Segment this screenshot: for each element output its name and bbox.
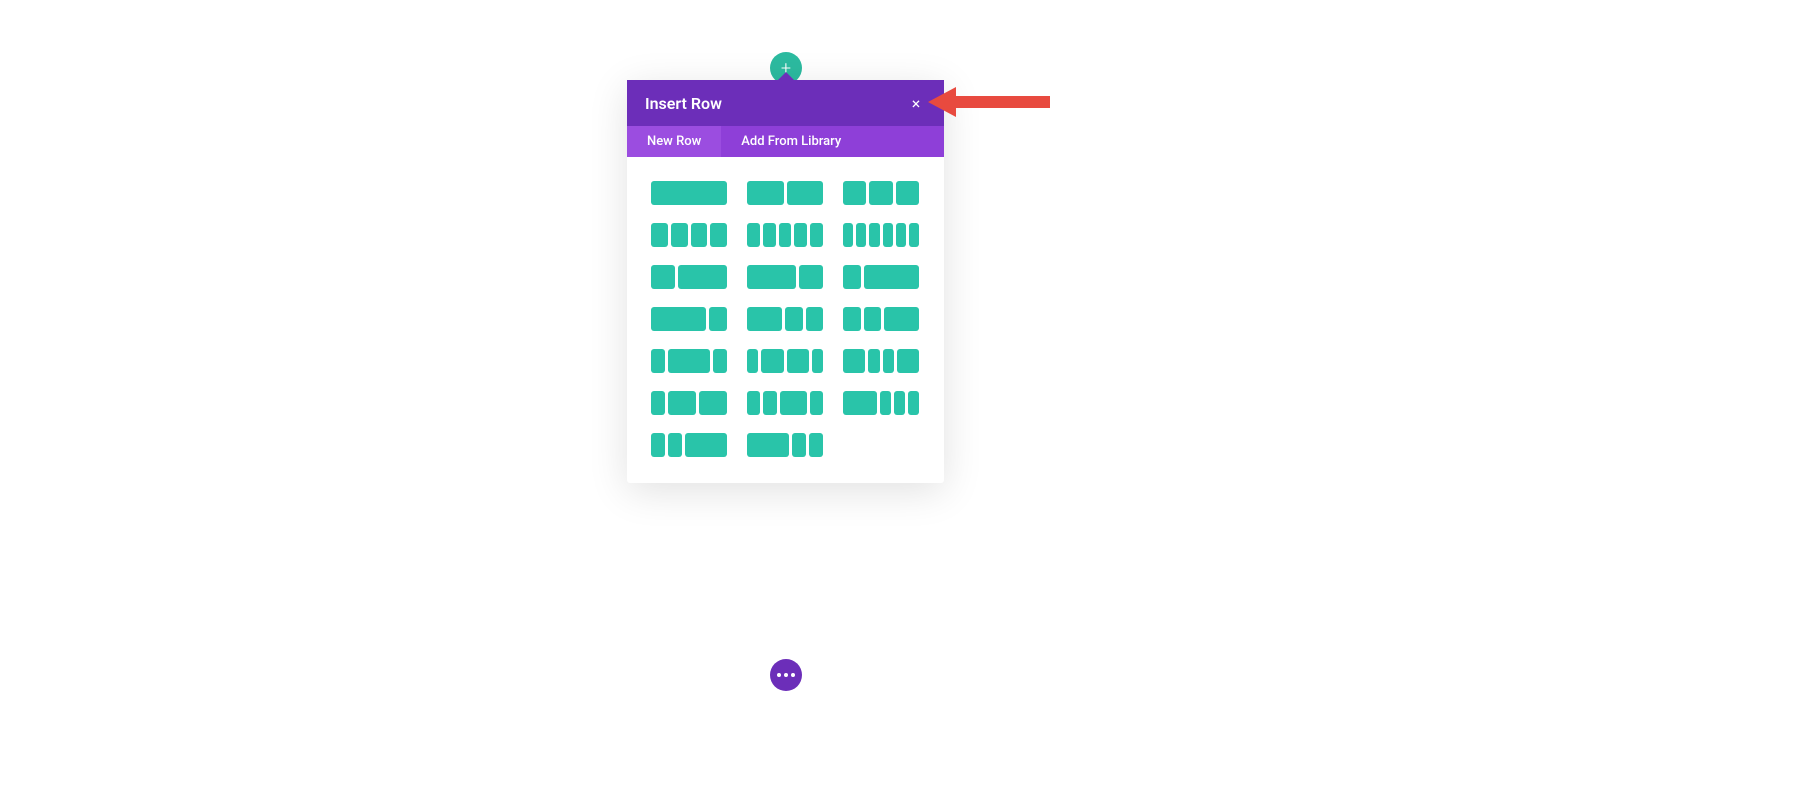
layout-option-one-half-one-quarter-one-quarter[interactable] — [747, 307, 823, 331]
layout-option-narrow-narrow-wide[interactable] — [651, 433, 727, 457]
layout-col — [651, 307, 706, 331]
layout-col — [709, 307, 727, 331]
tab-add-from-library[interactable]: Add From Library — [721, 126, 861, 157]
layout-col — [691, 223, 708, 247]
layout-col — [780, 391, 807, 415]
layout-col — [651, 349, 665, 373]
layout-col — [869, 181, 892, 205]
layout-col — [897, 349, 919, 373]
layout-option-wide-narrow-narrow[interactable] — [747, 433, 823, 457]
arrow-annotation — [928, 85, 1058, 125]
layout-option-three-columns[interactable] — [843, 181, 919, 205]
layout-col — [651, 433, 665, 457]
layout-col — [785, 307, 803, 331]
layout-option-three-quarters-one-quarter[interactable] — [651, 307, 727, 331]
layout-col — [747, 433, 789, 457]
layout-col — [678, 265, 727, 289]
layout-col — [799, 265, 823, 289]
close-icon: × — [912, 94, 921, 113]
layout-col — [668, 349, 710, 373]
layout-option-narrow-wide-wide-narrow[interactable] — [747, 349, 823, 373]
more-options-button[interactable] — [770, 659, 802, 691]
layout-col — [685, 433, 727, 457]
layout-col — [668, 391, 696, 415]
layout-col — [856, 223, 866, 247]
layout-col — [747, 223, 760, 247]
layout-col — [880, 391, 891, 415]
layout-col — [763, 223, 776, 247]
layout-col — [747, 307, 782, 331]
layout-option-five-columns[interactable] — [747, 223, 823, 247]
layout-col — [747, 181, 784, 205]
layout-option-narrow-narrow-wide-narrow[interactable] — [747, 391, 823, 415]
insert-row-modal: Insert Row × New Row Add From Library — [627, 80, 944, 483]
layout-col — [792, 433, 806, 457]
modal-tabs: New Row Add From Library — [627, 126, 944, 157]
layout-col — [779, 223, 792, 247]
layout-col — [812, 349, 823, 373]
layout-option-narrow-wide-narrow[interactable] — [651, 349, 727, 373]
layout-col — [710, 223, 727, 247]
layout-col — [810, 223, 823, 247]
layout-col — [869, 223, 879, 247]
layout-col — [864, 265, 919, 289]
layout-col — [843, 307, 861, 331]
layout-col — [843, 181, 866, 205]
layout-option-narrow-wide-wide[interactable] — [651, 391, 727, 415]
layout-option-one-quarter-three-quarters[interactable] — [843, 265, 919, 289]
layout-col — [909, 223, 919, 247]
layout-col — [651, 265, 675, 289]
layout-col — [883, 223, 893, 247]
layout-option-six-columns[interactable] — [843, 223, 919, 247]
layout-col — [894, 391, 905, 415]
layout-col — [883, 349, 894, 373]
layout-col — [908, 391, 919, 415]
layout-col — [868, 349, 879, 373]
layout-option-wide-narrow-narrow-narrow[interactable] — [843, 391, 919, 415]
layout-col — [713, 349, 727, 373]
layout-col — [747, 391, 760, 415]
modal-caret — [777, 72, 795, 81]
layout-col — [843, 223, 853, 247]
layout-col — [809, 433, 823, 457]
layout-col — [761, 349, 783, 373]
layout-col — [699, 391, 727, 415]
layout-col — [806, 307, 824, 331]
layout-option-four-columns[interactable] — [651, 223, 727, 247]
layout-option-two-thirds-one-third[interactable] — [747, 265, 823, 289]
layout-col — [671, 223, 688, 247]
modal-header: Insert Row × — [627, 80, 944, 126]
layout-col — [794, 223, 807, 247]
layout-col — [843, 265, 861, 289]
layout-col — [810, 391, 823, 415]
layout-col — [651, 181, 727, 205]
layout-option-one-quarter-one-quarter-one-half[interactable] — [843, 307, 919, 331]
layout-col — [651, 223, 668, 247]
close-button[interactable]: × — [906, 93, 926, 113]
layout-col — [896, 223, 906, 247]
layouts-grid — [627, 157, 944, 483]
layout-option-one-column[interactable] — [651, 181, 727, 205]
layout-col — [787, 349, 809, 373]
layout-col — [787, 181, 824, 205]
layout-col — [884, 307, 919, 331]
ellipsis-icon — [777, 673, 795, 677]
layout-option-two-columns[interactable] — [747, 181, 823, 205]
tab-new-row[interactable]: New Row — [627, 126, 721, 157]
layout-col — [668, 433, 682, 457]
layout-option-wide-narrow-narrow-wide[interactable] — [843, 349, 919, 373]
layout-col — [651, 391, 665, 415]
layout-col — [843, 391, 877, 415]
layout-col — [747, 265, 796, 289]
layout-col — [747, 349, 758, 373]
layout-option-one-third-two-thirds[interactable] — [651, 265, 727, 289]
modal-title: Insert Row — [645, 94, 722, 113]
layout-col — [763, 391, 776, 415]
layout-col — [843, 349, 865, 373]
layout-col — [864, 307, 882, 331]
layout-col — [896, 181, 919, 205]
